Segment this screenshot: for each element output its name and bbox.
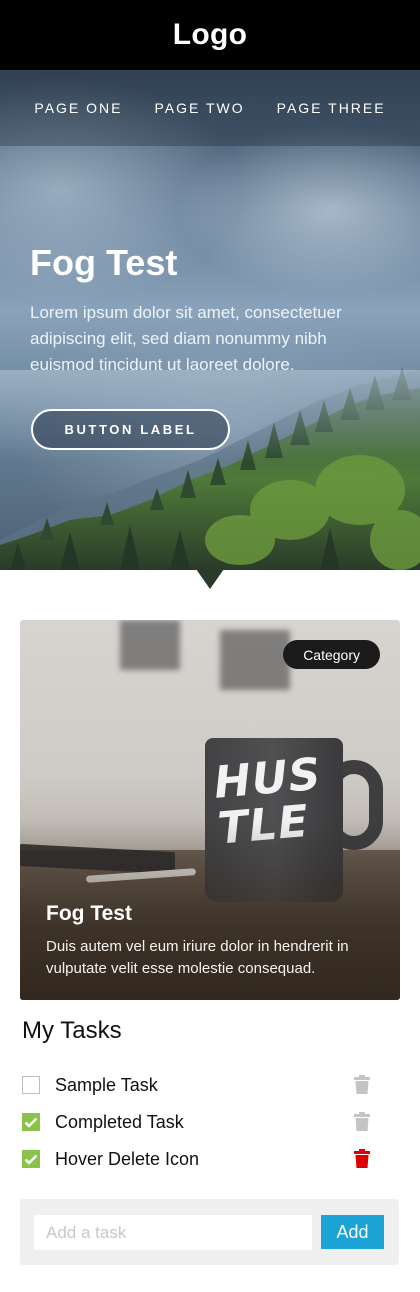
task-label: Hover Delete Icon <box>55 1148 200 1169</box>
task-item: Completed Task <box>22 1110 378 1134</box>
task-label: Sample Task <box>55 1074 158 1095</box>
task-item: Sample Task <box>22 1073 378 1097</box>
nav-item-page-three[interactable]: PAGE THREE <box>277 100 386 116</box>
trash-icon[interactable] <box>354 1112 370 1131</box>
trash-icon-hover[interactable] <box>354 1149 370 1168</box>
card-title: Fog Test <box>46 902 132 925</box>
card-text: Duis autem vel eum iriure dolor in hendr… <box>46 938 349 977</box>
hero-button[interactable]: BUTTON LABEL <box>31 409 230 450</box>
add-task-form: Add <box>20 1199 399 1265</box>
check-icon <box>24 1154 38 1165</box>
top-bar: Logo <box>0 0 420 70</box>
add-task-input[interactable] <box>34 1215 312 1250</box>
article-card[interactable]: HUSTLE Category Fog Test Duis autem vel … <box>20 620 400 1000</box>
task-item: Hover Delete Icon <box>22 1147 378 1171</box>
task-label: Completed Task <box>55 1111 184 1132</box>
main-nav: PAGE ONE PAGE TWO PAGE THREE <box>0 70 420 146</box>
trash-icon[interactable] <box>354 1075 370 1094</box>
hero-text: Lorem ipsum dolor sit amet, consectetuer… <box>30 303 342 374</box>
task-checkbox-checked[interactable] <box>22 1150 40 1168</box>
hero-title: Fog Test <box>30 242 178 283</box>
hero-section: PAGE ONE PAGE TWO PAGE THREE Fog Test Lo… <box>0 70 420 570</box>
task-checkbox-checked[interactable] <box>22 1113 40 1131</box>
logo[interactable]: Logo <box>173 18 248 52</box>
tasks-title: My Tasks <box>22 1017 122 1044</box>
nav-item-page-two[interactable]: PAGE TWO <box>154 100 244 116</box>
task-checkbox[interactable] <box>22 1076 40 1094</box>
hero-pointer <box>196 569 224 589</box>
background-shape <box>120 620 180 670</box>
check-icon <box>24 1117 38 1128</box>
nav-item-page-one[interactable]: PAGE ONE <box>34 100 122 116</box>
background-shape <box>220 630 290 690</box>
category-badge[interactable]: Category <box>283 640 380 669</box>
add-task-button[interactable]: Add <box>321 1215 384 1249</box>
